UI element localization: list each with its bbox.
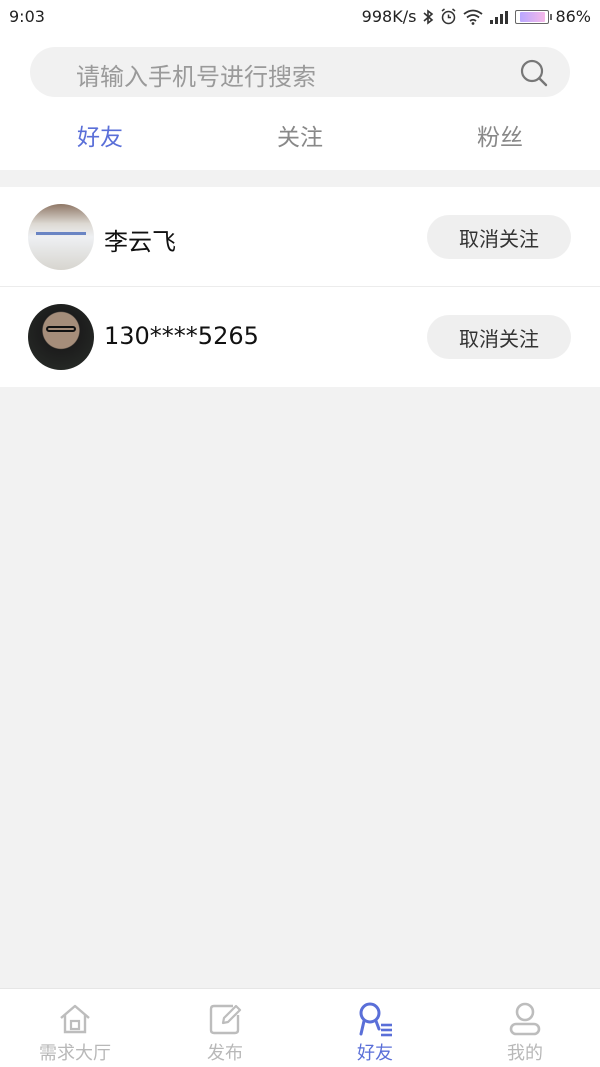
nav-label: 我的 (507, 1043, 543, 1064)
tab-following[interactable]: 关注 (240, 118, 360, 152)
status-indicators: 998K/s 86% (362, 7, 591, 26)
battery-percent: 86% (555, 7, 591, 26)
battery-icon (515, 9, 553, 24)
battery-level-fill (519, 11, 546, 22)
avatar[interactable] (28, 304, 94, 370)
wifi-icon (463, 9, 483, 25)
friend-list: 李云飞 取消关注 130****5265 取消关注 (0, 187, 600, 387)
unfollow-button[interactable]: 取消关注 (427, 315, 571, 359)
nav-item-demand-hall[interactable]: 需求大厅 (0, 989, 150, 1067)
home-icon (57, 1001, 93, 1037)
signal-icon (489, 10, 509, 24)
nav-label: 发布 (207, 1043, 243, 1064)
bottom-nav: 需求大厅 发布 好友 我的 (0, 988, 600, 1067)
network-speed: 998K/s (361, 7, 417, 26)
list-item-name: 130****5265 (104, 322, 259, 350)
nav-label: 需求大厅 (39, 1043, 111, 1064)
list-item[interactable]: 李云飞 取消关注 (0, 187, 600, 287)
avatar[interactable] (28, 204, 94, 270)
tab-fans[interactable]: 粉丝 (440, 118, 560, 152)
list-item[interactable]: 130****5265 取消关注 (0, 287, 600, 387)
status-bar: 9:03 998K/s 86% (0, 0, 600, 34)
friends-icon (357, 1001, 393, 1037)
search-input[interactable]: 请输入手机号进行搜索 (76, 57, 316, 92)
status-time: 9:03 (9, 7, 45, 26)
tab-bar: 好友 关注 粉丝 (0, 112, 600, 158)
search-bar[interactable]: 请输入手机号进行搜索 (30, 47, 570, 97)
tab-friends[interactable]: 好友 (40, 118, 160, 152)
edit-icon (207, 1001, 243, 1037)
nav-item-publish[interactable]: 发布 (150, 989, 300, 1067)
nav-item-friends[interactable]: 好友 (300, 989, 450, 1067)
unfollow-button[interactable]: 取消关注 (427, 215, 571, 259)
nav-item-mine[interactable]: 我的 (450, 989, 600, 1067)
alarm-icon (440, 8, 457, 25)
search-icon[interactable] (520, 59, 548, 87)
list-item-name: 李云飞 (104, 228, 176, 256)
bluetooth-icon (422, 8, 434, 25)
profile-icon (507, 1001, 543, 1037)
nav-label: 好友 (357, 1043, 393, 1064)
